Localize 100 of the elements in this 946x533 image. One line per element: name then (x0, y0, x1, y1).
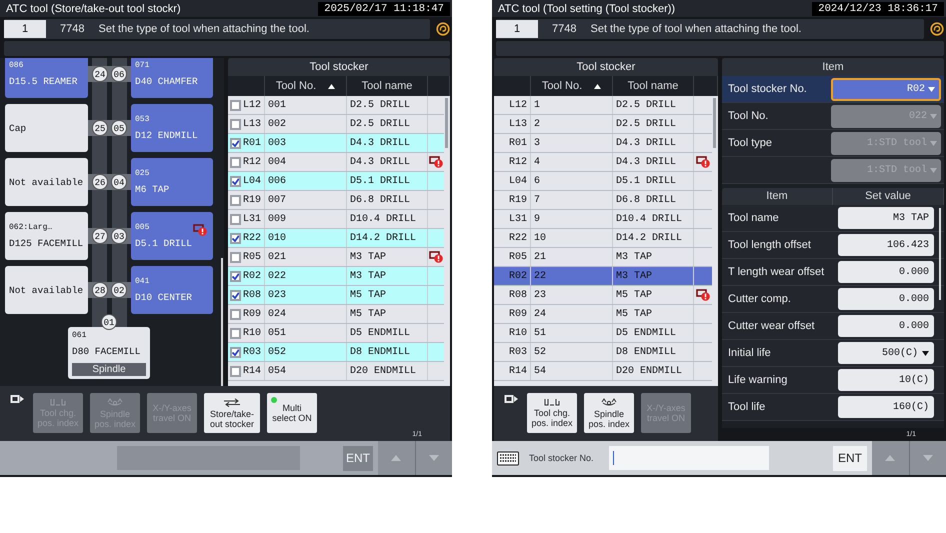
pocket-card[interactable]: 041 D10 CENTER (131, 266, 213, 314)
input-field[interactable]: M3 TAP (838, 207, 934, 229)
field-label: Tool length offset (728, 239, 811, 251)
pocket-card[interactable]: Not available (5, 158, 88, 206)
input-field[interactable] (609, 446, 769, 470)
table-row[interactable]: R08 023 M5 TAP (228, 286, 444, 305)
table-row[interactable]: R19 007 D6.8 DRILL (228, 191, 444, 210)
table-row[interactable]: L31 9 D10.4 DRILL (494, 210, 712, 229)
table-cell: 023 (265, 286, 347, 304)
table-row[interactable]: R10 051 D5 ENDMILL (228, 324, 444, 343)
table-cell: 4 (531, 153, 613, 171)
table-row[interactable]: R14 054 D20 ENDMILL (228, 362, 444, 381)
checkbox[interactable] (230, 156, 241, 168)
table-cell: 6 (531, 172, 613, 190)
table-row[interactable]: R03 052 D8 ENDMILL (228, 343, 444, 362)
pocket-card[interactable]: 053 D12 ENDMILL (131, 104, 213, 152)
checkbox[interactable] (230, 100, 241, 110)
table-row[interactable]: R02 022 M3 TAP (228, 267, 444, 286)
table-cell: 51 (531, 324, 613, 342)
table-cell: D5.1 DRILL (613, 172, 694, 190)
table-row[interactable]: L31 009 D10.4 DRILL (228, 210, 444, 229)
table-row[interactable]: L13 2 D2.5 DRILL (494, 115, 712, 134)
table-row[interactable]: L13 002 D2.5 DRILL (228, 115, 444, 134)
table-cell: R03 (508, 343, 531, 361)
table-cell: 1 (531, 96, 613, 114)
dropdown-field[interactable]: 500(C) (838, 342, 934, 364)
date-time: 2024/12/23 18:36:17 (812, 2, 944, 16)
pocket-card[interactable]: 086 D15.5 REAMER (5, 58, 88, 98)
input-field[interactable]: 0.000 (838, 315, 934, 337)
checkbox[interactable] (230, 176, 241, 186)
input-field[interactable]: 106.423 (838, 234, 934, 256)
input-field[interactable]: 0.000 (838, 261, 934, 283)
pocket-card[interactable]: 071 D40 CHAMFER (131, 58, 213, 98)
pocket-number: 06 (111, 66, 127, 82)
pocket-card[interactable]: 025 M6 TAP (131, 158, 213, 206)
table-row[interactable]: R19 7 D6.8 DRILL (494, 191, 712, 210)
input-field[interactable]: 10(C) (838, 369, 934, 391)
pocket-card[interactable]: Cap (5, 104, 88, 152)
table-row[interactable]: R14 54 D20 ENDMILL (494, 362, 712, 381)
table-row[interactable]: R08 23 M5 TAP (494, 286, 712, 305)
scrollbar (445, 98, 448, 148)
table-row[interactable]: R01 3 D4.3 DRILL (494, 134, 712, 153)
input-field[interactable]: 160(C) (838, 396, 934, 418)
checkbox[interactable] (230, 290, 241, 300)
function-button[interactable]: Store/take-out stocker (204, 393, 260, 433)
checkbox[interactable] (230, 366, 241, 376)
table-row[interactable]: R22 010 D14.2 DRILL (228, 229, 444, 248)
tool-name: D5.1 DRILL (135, 238, 192, 249)
checkbox[interactable] (230, 118, 241, 130)
table-row[interactable]: R05 021 M3 TAP (228, 248, 444, 267)
pocket-card[interactable]: 062:Larg… D125 FACEMILL (5, 212, 88, 260)
checkbox[interactable] (230, 308, 241, 320)
table-cell: 54 (531, 362, 613, 380)
table-cell: D6.8 DRILL (613, 191, 694, 209)
table-cell: 021 (265, 248, 347, 266)
checkbox[interactable] (230, 214, 241, 224)
table-row[interactable]: R09 024 M5 TAP (228, 305, 444, 324)
pocket-card[interactable]: 005 D5.1 DRILL (131, 212, 213, 260)
input-field[interactable]: 0.000 (838, 288, 934, 310)
card-icon (10, 394, 24, 404)
table-row[interactable]: R10 51 D5 ENDMILL (494, 324, 712, 343)
table-cell: L04 (242, 172, 265, 190)
table-row[interactable]: R02 22 M3 TAP (494, 267, 712, 286)
tool-name: M6 TAP (135, 184, 170, 195)
table-row[interactable]: R03 52 D8 ENDMILL (494, 343, 712, 362)
scrollbar (713, 98, 716, 148)
checkbox[interactable] (230, 232, 241, 244)
pocket-number: 24 (92, 66, 108, 82)
table-cell: 003 (265, 134, 347, 152)
table-row[interactable]: R09 24 M5 TAP (494, 305, 712, 324)
table-row[interactable]: L12 1 D2.5 DRILL (494, 96, 712, 115)
table-cell: L13 (242, 115, 265, 133)
pocket-card[interactable]: Not available (5, 266, 88, 314)
table-cell: D10.4 DRILL (613, 210, 694, 228)
function-button[interactable]: Spindle pos. index (584, 393, 634, 433)
table-row[interactable]: R12 004 D4.3 DRILL (228, 153, 444, 172)
checkbox[interactable] (230, 328, 241, 338)
function-button[interactable]: Multi select ON (267, 393, 317, 433)
table-row[interactable]: R01 003 D4.3 DRILL (228, 134, 444, 153)
tool-name: D15.5 REAMER (9, 76, 78, 87)
table-cell: 10 (531, 229, 613, 247)
caret-icon (928, 86, 935, 92)
checkbox[interactable] (230, 252, 241, 262)
checkbox[interactable] (230, 194, 241, 206)
table-row[interactable]: L12 001 D2.5 DRILL (228, 96, 444, 115)
checkbox[interactable] (230, 138, 241, 148)
table-row[interactable]: L04 006 D5.1 DRILL (228, 172, 444, 191)
table-row[interactable]: L04 6 D5.1 DRILL (494, 172, 712, 191)
checkbox[interactable] (230, 270, 241, 282)
spiral-icon (436, 22, 450, 36)
checkbox[interactable] (230, 346, 241, 358)
function-button[interactable]: Tool chg. pos. index (527, 393, 577, 433)
dropdown-field[interactable]: R02 (831, 78, 941, 100)
table-cell: L13 (508, 115, 531, 133)
table-cell: 024 (265, 305, 347, 323)
alert-icon (193, 224, 207, 236)
table-row[interactable]: R05 21 M3 TAP (494, 248, 712, 267)
table-row[interactable]: R12 4 D4.3 DRILL (494, 153, 712, 172)
enter-button[interactable]: ENT (833, 446, 867, 470)
table-row[interactable]: R22 10 D14.2 DRILL (494, 229, 712, 248)
